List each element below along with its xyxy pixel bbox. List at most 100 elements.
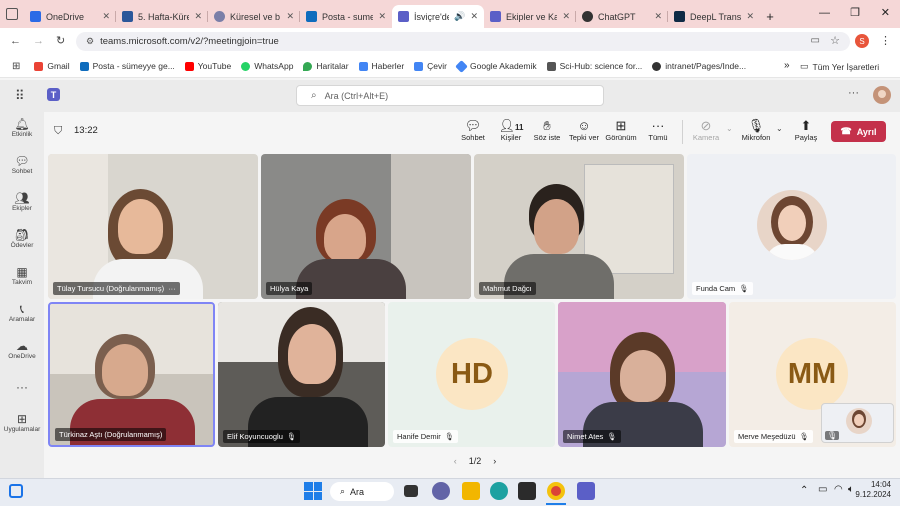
- mic-button[interactable]: 🎙︎ Mikrofon: [739, 118, 773, 142]
- view-button[interactable]: ⊞ Görünüm: [604, 118, 638, 142]
- close-icon[interactable]: ✕: [378, 11, 386, 22]
- bookmark-item[interactable]: Haritalar: [303, 61, 349, 71]
- leave-button[interactable]: ☎︎ Ayrıl: [831, 121, 886, 142]
- forward-icon[interactable]: →: [33, 35, 44, 47]
- bookmark-item[interactable]: WhatsApp: [241, 61, 293, 71]
- browser-tab[interactable]: Ekipler ve Ka ✕: [484, 5, 576, 28]
- participant-tile[interactable]: Elif Koyuncuoglu 🎙︎: [218, 302, 385, 447]
- taskbar-search[interactable]: ⌕ Ara: [330, 482, 394, 501]
- taskbar-clock[interactable]: 14:04 9.12.2024: [855, 480, 891, 500]
- widgets-icon[interactable]: [9, 484, 23, 498]
- browser-tab[interactable]: 5. Hafta-Küresel✕: [116, 5, 208, 28]
- rail-more[interactable]: ···: [0, 380, 44, 394]
- close-icon[interactable]: ✕: [562, 11, 570, 22]
- bookmark-item[interactable]: Çevir: [414, 61, 447, 71]
- browser-tab[interactable]: Küresel ve b ✕: [208, 5, 300, 28]
- browser-tab-active[interactable]: İsviçre'de 🔊 ✕: [392, 5, 484, 28]
- participant-tile[interactable]: Nimet Ates 🎙︎: [558, 302, 726, 447]
- site-info-icon[interactable]: ⚙: [86, 36, 94, 47]
- volume-icon[interactable]: 🔈︎: [848, 484, 854, 495]
- search-input[interactable]: ⌕ Ara (Ctrl+Alt+E): [296, 85, 604, 106]
- rail-item-assignments[interactable]: 🎒︎ Ödevler: [0, 228, 44, 249]
- browser-tab[interactable]: DeepL Transl ✕: [668, 5, 760, 28]
- rail-item-apps[interactable]: ⊞ Uygulamalar: [0, 412, 44, 433]
- browser-tab[interactable]: ChatGPT ✕: [576, 5, 668, 28]
- more-actions-button[interactable]: ··· Tümü: [641, 118, 675, 142]
- more-bookmarks-icon[interactable]: »: [784, 60, 790, 71]
- windows-start-icon[interactable]: [304, 482, 322, 500]
- raise-hand-button[interactable]: ✋︎ Söz iste: [530, 118, 564, 142]
- chrome-icon[interactable]: [547, 482, 565, 500]
- meet-icon[interactable]: [432, 482, 450, 500]
- bookmark-item[interactable]: Gmail: [34, 61, 70, 71]
- rail-item-activity[interactable]: 🔔︎ Etkinlik: [0, 117, 44, 138]
- install-app-icon[interactable]: ▭: [811, 35, 820, 46]
- participant-tile[interactable]: Mahmut Dağcı: [474, 154, 684, 299]
- bookmark-item[interactable]: Posta - sümeyye ge...: [79, 61, 175, 71]
- new-tab-button[interactable]: +: [760, 5, 780, 28]
- bookmark-item[interactable]: intranet/Pages/Inde...: [652, 61, 746, 71]
- profile-avatar[interactable]: S: [855, 34, 869, 48]
- close-icon[interactable]: ✕: [746, 11, 754, 22]
- people-button[interactable]: 👤︎11 Kişiler: [494, 118, 528, 142]
- chevron-up-icon[interactable]: ⌃: [800, 485, 808, 496]
- restore-icon[interactable]: ❐: [850, 6, 860, 19]
- app-launcher-icon[interactable]: ⠿: [15, 88, 25, 104]
- browser-tab[interactable]: Posta - sume ✕: [300, 5, 392, 28]
- bookmark-item[interactable]: Google Akademik: [455, 59, 537, 73]
- all-bookmarks-folder[interactable]: ▭ Tüm Yer İşaretleri: [800, 61, 879, 72]
- more-icon[interactable]: ···: [168, 284, 176, 293]
- reload-icon[interactable]: ↻: [56, 34, 65, 47]
- more-options-icon[interactable]: ···: [848, 87, 859, 99]
- react-button[interactable]: ☺ Tepki ver: [567, 118, 601, 142]
- browser-tab[interactable]: OneDrive ✕: [24, 5, 116, 28]
- rail-item-teams[interactable]: 👥︎ Ekipler: [0, 191, 44, 212]
- bookmark-star-icon[interactable]: ☆: [830, 34, 840, 47]
- minimize-icon[interactable]: —: [819, 7, 830, 19]
- rail-item-chat[interactable]: 💬︎ Sohbet: [0, 154, 44, 175]
- share-button[interactable]: ⬆︎ Paylaş: [789, 118, 823, 142]
- chevron-down-icon[interactable]: ⌄: [776, 124, 783, 133]
- bookmark-item[interactable]: YouTube: [184, 61, 231, 71]
- store-icon[interactable]: [518, 482, 536, 500]
- chat-button[interactable]: 💬︎ Sohbet: [456, 118, 490, 142]
- participant-tile[interactable]: Funda Cam 🎙︎: [687, 154, 896, 299]
- url-input[interactable]: ⚙ teams.microsoft.com/v2/?meetingjoin=tr…: [76, 32, 850, 51]
- chevron-down-icon[interactable]: ⌄: [726, 124, 733, 133]
- calendar-icon: ▦: [16, 265, 28, 279]
- task-view-icon[interactable]: [404, 485, 418, 497]
- participant-tile[interactable]: Tülay Tursucu (Doğrulanmamış) ···: [48, 154, 258, 299]
- close-icon[interactable]: ✕: [102, 11, 110, 22]
- apps-grid-icon[interactable]: ⊞: [12, 61, 20, 72]
- mic-off-icon: 🎙︎: [607, 432, 617, 441]
- wifi-icon[interactable]: ◠: [834, 484, 843, 495]
- camera-button[interactable]: ⊘ Kamera: [689, 118, 723, 142]
- teams-taskbar-icon[interactable]: [577, 482, 595, 500]
- chevron-right-icon[interactable]: ›: [493, 456, 496, 466]
- participant-face: [534, 199, 579, 254]
- close-icon[interactable]: ✕: [654, 11, 662, 22]
- chat-icon: 💬︎: [464, 118, 482, 133]
- rail-item-calls[interactable]: 📞︎ Aramalar: [0, 302, 44, 323]
- user-avatar[interactable]: [873, 86, 891, 104]
- participant-tile[interactable]: HD Hanife Demir 🎙︎: [388, 302, 555, 447]
- window-close-icon[interactable]: ✕: [881, 6, 890, 19]
- network-icon[interactable]: ▭: [818, 484, 827, 495]
- back-icon[interactable]: ←: [10, 35, 21, 47]
- self-view-tile[interactable]: 🎙︎: [821, 403, 894, 443]
- rail-item-onedrive[interactable]: ☁︎ OneDrive: [0, 339, 44, 360]
- speaker-icon[interactable]: 🔊: [454, 11, 465, 22]
- close-icon[interactable]: ✕: [194, 11, 202, 22]
- bookmark-item[interactable]: Haberler: [358, 61, 404, 71]
- chevron-left-icon[interactable]: ‹: [454, 456, 457, 466]
- bookmark-item[interactable]: Sci-Hub: science for...: [546, 61, 642, 71]
- edge-icon[interactable]: [490, 482, 508, 500]
- more-menu-icon[interactable]: ⋮: [880, 34, 891, 47]
- close-icon[interactable]: ✕: [470, 11, 478, 22]
- file-explorer-icon[interactable]: [462, 482, 480, 500]
- participant-tile[interactable]: Hülya Kaya: [261, 154, 471, 299]
- participant-tile-active-speaker[interactable]: Türkinaz Aştı (Doğrulanmamış): [48, 302, 215, 447]
- close-icon[interactable]: ✕: [286, 11, 294, 22]
- rail-item-calendar[interactable]: ▦ Takvim: [0, 265, 44, 286]
- tab-actions-icon[interactable]: [6, 8, 18, 20]
